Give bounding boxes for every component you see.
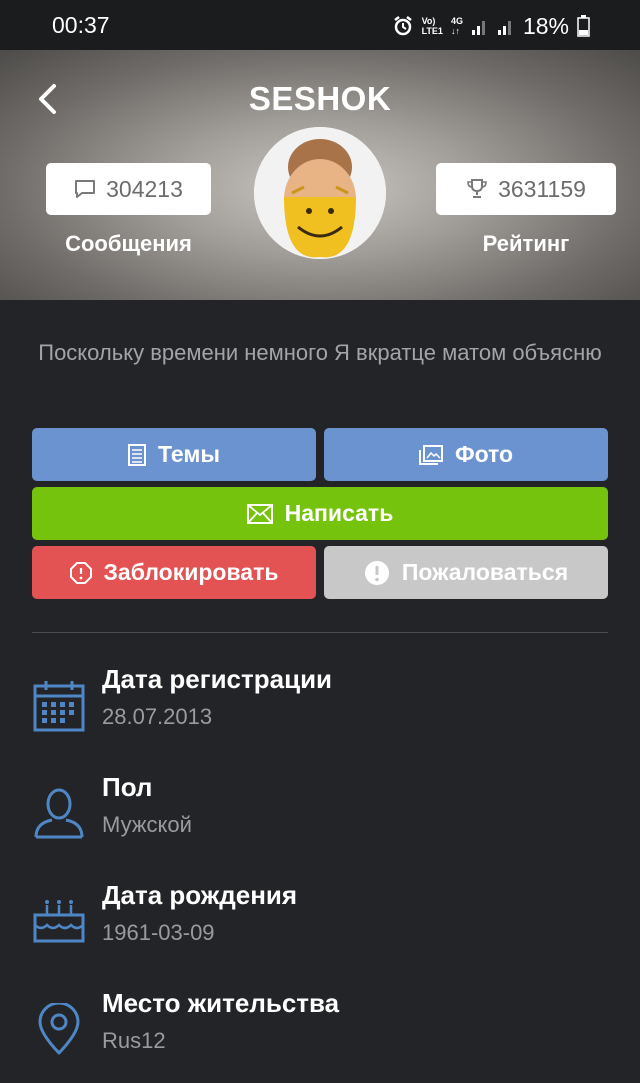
comment-icon [75, 180, 96, 198]
profile-header: SESHOK 304213 Сообщения 3631159 Рейтинг [0, 50, 640, 300]
photo-button-label: Фото [454, 441, 514, 467]
info-value: 28.07.2013 [102, 704, 213, 729]
info-value: Rus12 [102, 1028, 166, 1053]
topics-button-label: Темы [157, 441, 221, 467]
person-icon [34, 788, 84, 839]
avatar-image [254, 127, 386, 259]
rating-count: 3631159 [498, 175, 586, 202]
section-divider [32, 632, 608, 633]
block-button[interactable]: Заблокировать [32, 546, 316, 599]
info-birth-date: Дата рождения 1961-03-09 [32, 880, 608, 975]
rating-label: Рейтинг [482, 231, 570, 256]
network-type-text: 4G [450, 16, 463, 26]
cake-icon [33, 900, 85, 943]
info-value: 1961-03-09 [102, 920, 215, 945]
battery-percent: 18% [522, 12, 569, 39]
calendar-icon [33, 681, 85, 732]
status-icons: Vo) LTE1 4G ↓↑ 18% [392, 12, 590, 40]
trophy-icon [467, 179, 487, 198]
status-bar: 00:37 Vo) LTE1 4G ↓↑ 18% [0, 0, 640, 50]
report-button-label: Пожаловаться [401, 559, 569, 585]
messages-count-box[interactable]: 304213 [46, 163, 211, 215]
messages-count: 304213 [106, 175, 183, 202]
exclamation-circle-icon [364, 560, 389, 585]
messages-label: Сообщения [65, 231, 192, 256]
info-title: Место жительства [102, 988, 340, 1018]
report-button[interactable]: Пожаловаться [324, 546, 608, 599]
lte-text: LTE1 [421, 26, 443, 36]
info-title: Дата рождения [102, 880, 298, 910]
write-message-button-label: Написать [284, 500, 394, 526]
info-gender: Пол Мужской [32, 772, 608, 867]
volte-icon: Vo) LTE1 [422, 16, 443, 36]
block-icon [69, 561, 92, 584]
volte-text: Vo) [421, 16, 436, 26]
data-arrows-icon: ↓↑ [450, 26, 460, 36]
rating-count-box[interactable]: 3631159 [436, 163, 616, 215]
alarm-icon [393, 16, 412, 36]
info-title: Пол [102, 772, 153, 802]
block-button-label: Заблокировать [103, 559, 279, 585]
document-icon [127, 443, 146, 466]
info-title: Дата регистрации [102, 664, 333, 694]
location-pin-icon [38, 1003, 80, 1055]
signal-icon-1 [471, 21, 485, 35]
photo-button[interactable]: Фото [324, 428, 608, 481]
status-time: 00:37 [52, 12, 110, 38]
info-location: Место жительства Rus12 [32, 988, 608, 1083]
battery-icon [577, 15, 590, 37]
avatar[interactable] [254, 127, 386, 259]
topics-button[interactable]: Темы [32, 428, 316, 481]
write-message-button[interactable]: Написать [32, 487, 608, 540]
photo-icon [418, 444, 443, 465]
page-title: SESHOK [248, 80, 392, 117]
signal-icon-2 [497, 21, 511, 35]
info-registration-date: Дата регистрации 28.07.2013 [32, 664, 608, 759]
envelope-icon [246, 503, 273, 524]
info-value: Мужской [102, 812, 192, 837]
profile-status-text: Поскольку времени немного Я вкратце мато… [38, 340, 602, 365]
network-type: 4G ↓↑ [451, 16, 463, 36]
